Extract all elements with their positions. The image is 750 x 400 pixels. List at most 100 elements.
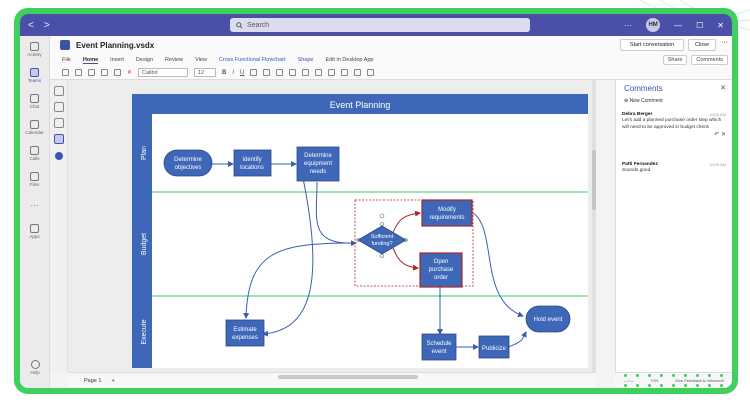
comment-thread[interactable]: Debra Berger 10/26 AM Let's add a planne…	[622, 112, 726, 140]
lane-label-budget: Budget	[141, 233, 148, 255]
forward-button[interactable]: >	[44, 20, 50, 31]
share-button[interactable]: Share	[662, 55, 688, 65]
lane-label-execute: Execute	[141, 319, 148, 344]
rail-item-calls[interactable]: Calls	[20, 140, 49, 166]
rail-item-files[interactable]: Files	[20, 166, 49, 192]
file-icon	[30, 171, 39, 181]
maximize-icon[interactable]: ☐	[696, 21, 703, 30]
italic-button[interactable]: I	[232, 70, 234, 76]
position-icon[interactable]	[341, 69, 349, 76]
diagram-canvas[interactable]: Event Planning Plan Budget Execute Deter…	[68, 80, 596, 372]
font-family-select[interactable]: Calibri	[138, 68, 189, 77]
rail-item-chat[interactable]: Chat	[20, 88, 49, 114]
close-button[interactable]: Close	[688, 39, 716, 51]
tab-review[interactable]: Review	[165, 57, 183, 63]
close-window-icon[interactable]: ✕	[717, 21, 724, 30]
shape-style-icon[interactable]	[315, 69, 323, 76]
cut-icon[interactable]	[88, 69, 95, 76]
shape-determine-objectives[interactable]	[163, 149, 213, 177]
file-header: Event Planning.vsdx Start conversation C…	[50, 36, 732, 54]
underline-button[interactable]: U	[240, 70, 244, 76]
rail-item-activity[interactable]: Activity	[20, 36, 49, 62]
start-conversation-button[interactable]: Start conversation	[620, 39, 684, 51]
svg-text:Modify: Modify	[438, 207, 456, 213]
add-stencil-icon[interactable]	[54, 152, 63, 160]
edit-in-desktop-button[interactable]: Edit in Desktop App	[325, 57, 373, 63]
diagram-title: Event Planning	[330, 100, 391, 110]
line-icon[interactable]	[302, 69, 310, 76]
more-options-button[interactable]: ···	[624, 21, 632, 30]
tab-home[interactable]: Home	[82, 57, 99, 64]
tab-file[interactable]: File	[62, 57, 71, 63]
svg-text:Determine: Determine	[174, 157, 202, 163]
svg-text:needs: needs	[310, 169, 326, 175]
collapse-icon[interactable]	[53, 86, 64, 96]
resize-handle[interactable]	[380, 222, 384, 226]
back-button[interactable]: <	[28, 20, 34, 31]
tab-insert[interactable]: Insert	[110, 57, 124, 63]
comment-actions[interactable]: ↶ ✕	[622, 131, 726, 139]
undo-icon[interactable]	[62, 69, 69, 76]
comments-title: Comments	[624, 84, 663, 93]
text-icon[interactable]	[367, 69, 375, 76]
svg-text:order: order	[434, 275, 448, 281]
svg-text:equipment: equipment	[304, 161, 332, 167]
svg-text:Schedule: Schedule	[426, 341, 452, 347]
title-bar: < > Search ··· HM — ☐ ✕	[20, 14, 732, 36]
vertical-scrollbar[interactable]	[592, 80, 596, 372]
search-icon	[236, 21, 243, 29]
connector-icon[interactable]	[354, 69, 362, 76]
delete-icon[interactable]: ✕	[127, 69, 132, 76]
bold-button[interactable]: B	[222, 70, 226, 76]
shape-estimate-expenses[interactable]	[225, 319, 265, 347]
shape-modify-requirements[interactable]	[421, 199, 473, 227]
tab-shape[interactable]: Shape	[298, 57, 314, 63]
tab-design[interactable]: Design	[136, 57, 153, 63]
align-icon[interactable]	[276, 69, 284, 76]
comments-button[interactable]: Comments	[691, 55, 728, 65]
font-color-icon[interactable]	[250, 69, 258, 76]
rail-item-apps[interactable]: Apps	[20, 218, 49, 244]
paste-icon[interactable]	[114, 69, 121, 76]
calendar-icon	[30, 119, 39, 129]
flowchart-stencil-icon[interactable]	[53, 134, 64, 144]
flowchart-diagram: Event Planning Plan Budget Execute Deter…	[132, 94, 588, 368]
comment-text: Let's add a planned purchase order step …	[622, 118, 722, 130]
tab-cross-functional-flowchart[interactable]: Cross Functional Flowchart	[219, 57, 286, 63]
search-input[interactable]: Search	[230, 18, 530, 32]
minimize-icon[interactable]: —	[674, 21, 682, 30]
fill-icon[interactable]	[289, 69, 297, 76]
font-size-select[interactable]: 12	[194, 68, 217, 77]
rail-item-help[interactable]: Help	[20, 354, 50, 380]
teams-window: < > Search ··· HM — ☐ ✕ Activity Teams C…	[14, 8, 738, 394]
tab-view[interactable]: View	[195, 57, 207, 63]
copy-icon[interactable]	[101, 69, 108, 76]
shape-identify-locations[interactable]	[233, 149, 272, 177]
redo-icon[interactable]	[75, 69, 82, 76]
resize-handle[interactable]	[380, 254, 384, 258]
rail-item-teams[interactable]: Teams	[20, 62, 49, 88]
teams-icon	[30, 67, 39, 77]
diagram-page	[132, 94, 588, 368]
arrange-icon[interactable]	[328, 69, 336, 76]
comment-reply[interactable]: Patti Fernandez 10/26 AM Sounds good.	[622, 162, 726, 175]
new-comment-button[interactable]: ⊕ New Comment	[624, 98, 663, 104]
ribbon-tabs: File Home Insert Design Review View Cros…	[50, 54, 732, 66]
chat-icon	[30, 93, 39, 103]
rail-item-calendar[interactable]: Calendar	[20, 114, 49, 140]
add-page-button[interactable]: +	[111, 378, 114, 384]
shape-schedule-event[interactable]	[421, 333, 457, 361]
file-more-button[interactable]: ···	[721, 39, 728, 46]
rotate-handle[interactable]	[379, 213, 385, 219]
avatar[interactable]: HM	[646, 18, 661, 32]
page-tabs-bar: Page 1 +	[68, 372, 596, 388]
close-comments-icon[interactable]: ✕	[720, 84, 726, 92]
grow-font-icon[interactable]	[263, 69, 271, 76]
search-shapes-icon[interactable]	[53, 102, 64, 112]
svg-text:Identify: Identify	[242, 157, 261, 163]
horizontal-scrollbar[interactable]	[278, 375, 418, 379]
comment-time: 10/26 AM	[709, 112, 726, 117]
shapes-icon[interactable]	[53, 118, 64, 128]
page-tab[interactable]: Page 1	[84, 378, 101, 384]
rail-item-more[interactable]: ···	[20, 192, 49, 218]
